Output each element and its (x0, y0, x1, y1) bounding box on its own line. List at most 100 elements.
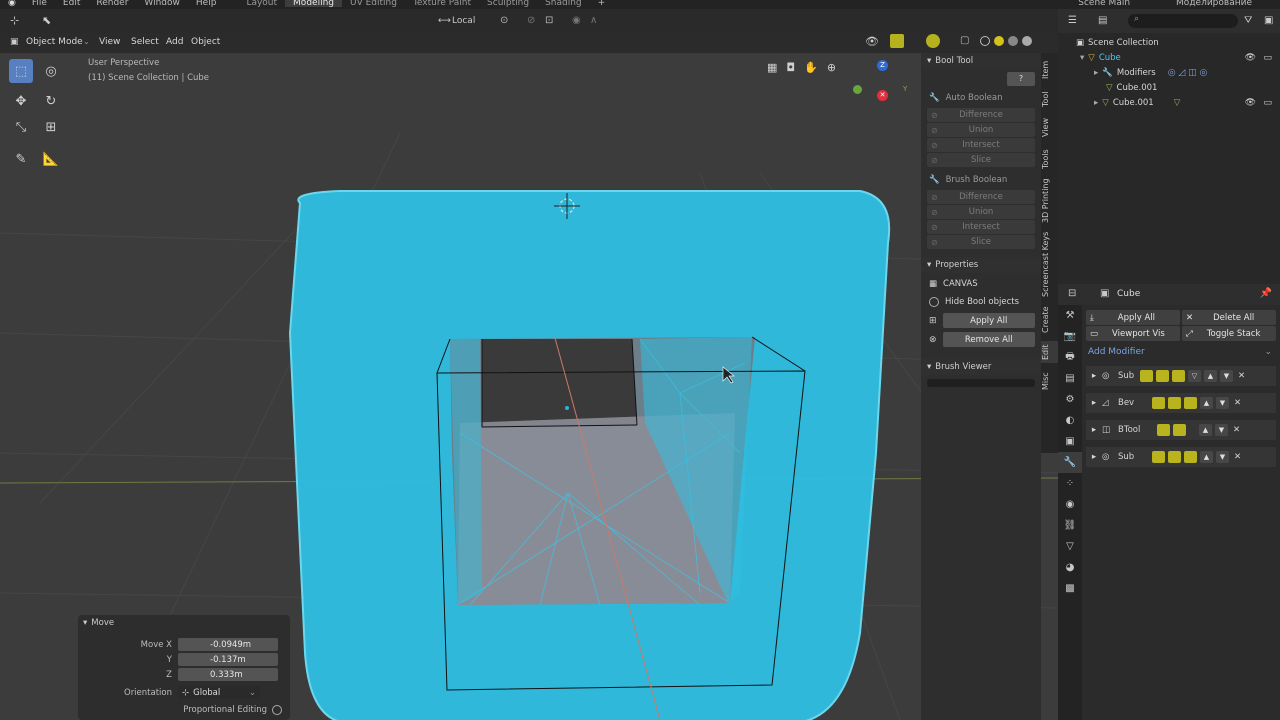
move-up-icon[interactable]: ▲ (1199, 424, 1212, 436)
expand-arrow-icon[interactable]: ▸ (1094, 98, 1098, 108)
mesh-data-icon[interactable]: ▽ (1058, 536, 1082, 557)
eye-icon[interactable]: 👁 (1245, 53, 1256, 63)
scale-tool-icon[interactable]: ⤡ (9, 115, 33, 139)
orientation-select[interactable]: ⊹ Global ⌄ (178, 686, 260, 699)
move-down-icon[interactable]: ▼ (1216, 397, 1229, 409)
brush-difference-button[interactable]: ⊘ Difference (927, 190, 1035, 204)
viewport-toggle-icon[interactable] (1156, 370, 1169, 382)
expand-arrow-icon[interactable]: ▸ (1086, 452, 1102, 462)
add-modifier-dropdown[interactable]: Add Modifier ⌄ (1086, 343, 1276, 361)
panel-collapse-icon[interactable]: ▾ (83, 618, 87, 628)
modifier-sub-1[interactable]: ▸ ◎ Sub ▽ ▲ ▼ ✕ (1086, 366, 1276, 386)
menu-edit[interactable]: Edit (55, 0, 88, 8)
monitor-icon[interactable]: ▭ (1263, 98, 1272, 108)
close-icon[interactable]: ✕ (1238, 371, 1245, 381)
tab-modeling[interactable]: Modeling (285, 0, 342, 8)
expand-arrow-icon[interactable]: ▸ (1086, 425, 1102, 435)
tab-tool[interactable]: Tool (1041, 87, 1058, 111)
menu-help[interactable]: Help (188, 0, 225, 8)
move-down-icon[interactable]: ▼ (1215, 424, 1228, 436)
close-icon[interactable]: ✕ (1234, 452, 1241, 462)
close-icon[interactable]: ✕ (1233, 425, 1240, 435)
outliner-row-cube[interactable]: ▾ ▽ Cube 👁 ▭ (1058, 50, 1280, 65)
outliner-row-modifiers[interactable]: ▸ 🔧 Modifiers ◎ ◿ ◫ ◎ (1058, 65, 1280, 80)
overlay-toggle-icon[interactable] (926, 34, 940, 48)
brush-union-button[interactable]: ⊘ Union (927, 205, 1035, 219)
gizmo-neg-y-axis[interactable] (853, 85, 862, 94)
proportional-edit-icon[interactable]: ◉ (572, 15, 581, 26)
move-up-icon[interactable]: ▲ (1200, 397, 1213, 409)
outliner-search-input[interactable]: ⌕ (1128, 14, 1238, 28)
move-y-field[interactable]: -0.137m (178, 653, 278, 666)
shading-wireframe-icon[interactable] (980, 36, 990, 46)
expand-arrow-icon[interactable]: ▸ (1086, 398, 1102, 408)
move-down-icon[interactable]: ▼ (1220, 370, 1233, 382)
auto-difference-button[interactable]: ⊘ Difference (927, 108, 1035, 122)
visibility-icon[interactable]: 👁 (865, 35, 879, 48)
monitor-icon[interactable]: ▭ (1263, 53, 1272, 63)
render-toggle-icon[interactable] (1184, 397, 1197, 409)
gizmo-y-axis[interactable]: Y (903, 85, 907, 93)
modifier-bev[interactable]: ▸ ◿ Bev ▲ ▼ ✕ (1086, 393, 1276, 413)
material-icon[interactable]: ◕ (1058, 557, 1082, 578)
tab-view[interactable]: View (1041, 115, 1058, 141)
menu-object[interactable]: Object (191, 37, 220, 47)
remove-all-bool-button[interactable]: Remove All (942, 332, 1035, 347)
editor-type-icon[interactable]: ⊹ (10, 14, 19, 27)
brush-slice-button[interactable]: ⊘ Slice (927, 235, 1035, 249)
apply-all-bool-button[interactable]: Apply All (942, 313, 1035, 328)
render-toggle-icon[interactable] (1173, 424, 1186, 436)
move-x-field[interactable]: -0.0949m (178, 638, 278, 651)
snap-icon[interactable]: ⊘ (527, 15, 535, 26)
menu-add[interactable]: Add (166, 37, 183, 47)
add-workspace-button[interactable]: + (590, 0, 614, 8)
close-icon[interactable]: ✕ (1234, 398, 1241, 408)
particles-icon[interactable]: ⁘ (1058, 473, 1082, 494)
new-collection-icon[interactable]: ▣ (1264, 15, 1273, 26)
texture-icon[interactable]: ▩ (1058, 578, 1082, 599)
properties-editor-icon[interactable]: ⊟ (1068, 288, 1076, 299)
ortho-toggle-icon[interactable]: ▦ (767, 61, 777, 74)
render-toggle-icon[interactable] (1184, 451, 1197, 463)
viewport-toggle-icon[interactable] (1168, 397, 1181, 409)
pivot-icon[interactable]: ⊙ (500, 15, 508, 26)
brush-intersect-button[interactable]: ⊘ Intersect (927, 220, 1035, 234)
edit-mode-toggle-icon[interactable] (1152, 397, 1165, 409)
gizmo-x-axis-icon[interactable]: ✕ (877, 90, 888, 101)
camera-view-icon[interactable]: ◘ (786, 61, 795, 74)
tab-3d-printing[interactable]: 3D Printing (1041, 177, 1058, 225)
rotate-tool-icon[interactable]: ↻ (39, 89, 63, 113)
falloff-icon[interactable]: ∧ (590, 15, 597, 26)
object-icon[interactable]: ▣ (1058, 431, 1082, 452)
auto-intersect-button[interactable]: ⊘ Intersect (927, 138, 1035, 152)
navigation-gizmo[interactable]: Z ✕ Y (848, 55, 916, 121)
outliner-row-cube001-child[interactable]: ▽ Cube.001 (1058, 80, 1280, 95)
tool-settings-icon[interactable]: ⚒ (1058, 305, 1082, 326)
panel-collapse-icon[interactable]: ▾ (927, 260, 931, 270)
render-icon[interactable]: 📷 (1058, 326, 1082, 347)
cursor-tool-icon[interactable]: ◎ (39, 59, 63, 83)
hide-bool-checkbox[interactable] (929, 297, 939, 307)
transform-orientation-select[interactable]: Local (452, 16, 475, 26)
outliner-editor-icon[interactable]: ☰ (1068, 15, 1077, 26)
menu-window[interactable]: Window (136, 0, 188, 8)
pan-hand-icon[interactable]: ✋ (804, 61, 818, 74)
gizmo-toggle-icon[interactable] (890, 34, 904, 48)
apply-all-modifiers-button[interactable]: ⤓ Apply All (1086, 310, 1180, 325)
help-button[interactable]: ? (1007, 72, 1035, 86)
tab-misc[interactable]: Misc (1041, 369, 1058, 393)
scene-icon[interactable]: ⚙ (1058, 389, 1082, 410)
tab-uv-editing[interactable]: UV Editing (342, 0, 405, 8)
menu-render[interactable]: Render (88, 0, 136, 8)
outliner-row-cube001[interactable]: ▸ ▽ Cube.001 ▽ 👁 ▭ (1058, 95, 1280, 110)
menu-file[interactable]: File (24, 0, 55, 8)
mode-select[interactable]: Object Mode (26, 37, 83, 47)
constraints-icon[interactable]: ⛓ (1058, 515, 1082, 536)
edit-mode-toggle-icon[interactable] (1140, 370, 1153, 382)
render-toggle-icon[interactable] (1172, 370, 1185, 382)
tab-screencast-keys[interactable]: Screencast Keys (1041, 229, 1058, 299)
move-up-icon[interactable]: ▲ (1200, 451, 1213, 463)
measure-tool-icon[interactable]: 📐 (39, 147, 63, 171)
xray-toggle-icon[interactable]: ▢ (960, 35, 969, 46)
snap-target-icon[interactable]: ⊡ (545, 15, 553, 26)
